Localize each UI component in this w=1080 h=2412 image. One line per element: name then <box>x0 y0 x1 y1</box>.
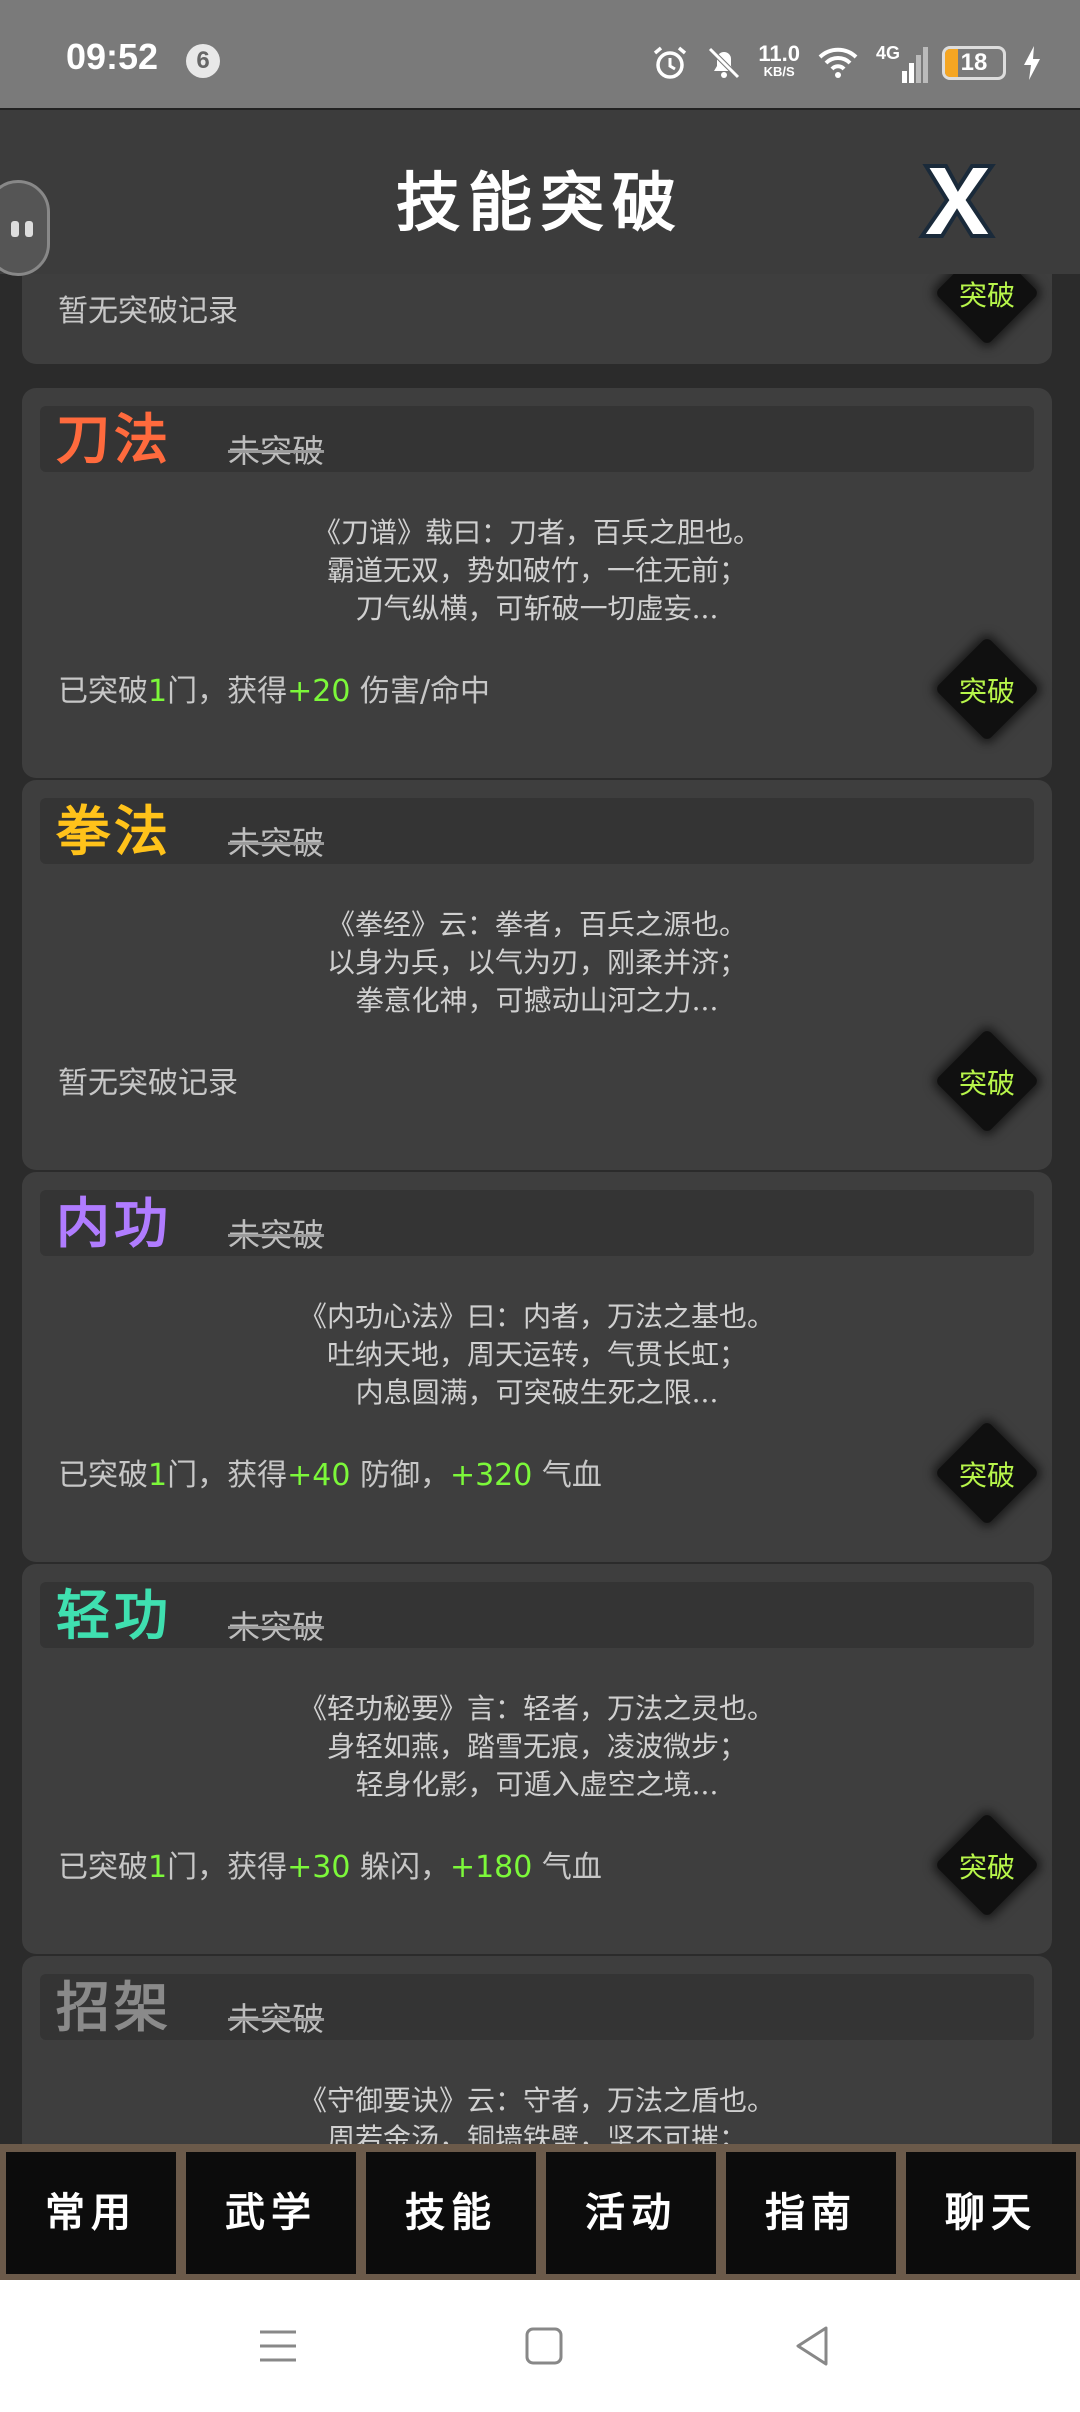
tab-guide[interactable]: 指南 <box>726 2152 896 2274</box>
result-text: 躲闪， <box>350 1850 450 1885</box>
tab-activities[interactable]: 活动 <box>546 2152 716 2274</box>
break-record-text: 暂无突破记录 <box>58 294 238 329</box>
floating-assistant-button[interactable] <box>0 180 50 276</box>
alarm-icon <box>654 46 687 79</box>
quote-line: 《拳经》云：拳者，百兵之源也。 <box>326 908 747 941</box>
result-text: 伤害/命中 <box>350 674 491 709</box>
tab-martial[interactable]: 武学 <box>186 2152 356 2274</box>
wifi-icon <box>818 47 858 78</box>
bottom-tab-bar: 常用 武学 技能 活动 指南 聊天 <box>0 2144 1080 2280</box>
break-button[interactable]: 突破 <box>932 1026 1042 1136</box>
break-status: 未突破 <box>228 824 325 862</box>
skill-quote: 《拳经》云：拳者，百兵之源也。 以身为兵，以气为刃，刚柔并济； 拳意化神，可撼动山河… <box>22 906 1052 1020</box>
quote-line: 《守御要诀》云：守者，万法之盾也。 <box>298 2084 775 2117</box>
result-text: 气血 <box>532 1458 602 1493</box>
system-nav-bar <box>0 2280 1080 2412</box>
break-status: 未突破 <box>228 1608 325 1646</box>
break-status: 未突破 <box>228 432 325 470</box>
break-record-text: 已突破1门，获得+20 伤害/命中 <box>58 666 490 710</box>
quote-line: 《内功心法》曰：内者，万法之基也。 <box>298 1300 775 1333</box>
bell-off-icon <box>708 47 741 79</box>
close-icon[interactable] <box>912 156 1002 246</box>
break-status: 未突破 <box>228 2000 325 2038</box>
break-record-text: 已突破1门，获得+40 防御，+320 气血 <box>58 1450 602 1494</box>
page: 09:52 6 11.0 KB/S 4G 18 技能突破 暂无突破记录 突破 刀… <box>0 0 1080 2412</box>
header: 技能突破 <box>0 108 1080 274</box>
network-speed: 11.0 KB/S <box>758 41 800 80</box>
result-text: 门，获得 <box>167 1458 288 1493</box>
tab-common[interactable]: 常用 <box>6 2152 176 2274</box>
skill-card-header: 招架 未突破 <box>40 1974 1034 2040</box>
skill-quote: 《轻功秘要》言：轻者，万法之灵也。 身轻如燕，踏雪无痕，凌波微步； 轻身化影，可遁入… <box>22 1690 1052 1804</box>
home-icon[interactable] <box>518 2320 570 2372</box>
break-record-text: 已突破1门，获得+30 躲闪，+180 气血 <box>58 1842 602 1886</box>
skill-name: 招架 <box>56 1975 172 2039</box>
skill-card-dao: 刀法 未突破 《刀谱》载曰：刀者，百兵之胆也。 霸道无双，势如破竹，一往无前； 刀气… <box>22 388 1052 778</box>
bonus-value: 1 <box>148 1458 168 1493</box>
tab-chat[interactable]: 聊天 <box>906 2152 1076 2274</box>
status-time: 09:52 <box>66 36 159 77</box>
quote-line: 周若金汤，铜墙铁壁，坚不可摧； <box>326 2122 747 2144</box>
skill-name: 拳法 <box>56 799 172 863</box>
bonus-value: 1 <box>148 674 168 709</box>
result-text: 已突破 <box>58 1458 148 1493</box>
quote-line: 轻身化影，可遁入虚空之境... <box>355 1768 719 1801</box>
skill-card-quan: 拳法 未突破 《拳经》云：拳者，百兵之源也。 以身为兵，以气为刃，刚柔并济； 拳意化… <box>22 780 1052 1170</box>
break-status: 未突破 <box>228 1216 325 1254</box>
menu-icon[interactable] <box>252 2320 304 2372</box>
break-record-text: 暂无突破记录 <box>58 1058 238 1102</box>
skill-list[interactable]: 暂无突破记录 突破 刀法 未突破 《刀谱》载曰：刀者，百兵之胆也。 霸道无双，势如… <box>0 274 1080 2144</box>
status-icons: 11.0 KB/S 4G 18 <box>650 38 1044 88</box>
quote-line: 以身为兵，以气为刃，刚柔并济； <box>326 946 747 979</box>
result-text: 气血 <box>532 1850 602 1885</box>
skill-card-header: 拳法 未突破 <box>40 798 1034 864</box>
status-bar: 09:52 6 11.0 KB/S 4G 18 <box>0 0 1080 108</box>
skill-card-neigong: 内功 未突破 《内功心法》曰：内者，万法之基也。 吐纳天地，周天运转，气贯长虹； 内… <box>22 1172 1052 1562</box>
skill-card-qinggong: 轻功 未突破 《轻功秘要》言：轻者，万法之灵也。 身轻如燕，踏雪无痕，凌波微步； 轻… <box>22 1564 1052 1954</box>
charging-icon <box>1024 46 1040 80</box>
quote-line: 《轻功秘要》言：轻者，万法之灵也。 <box>298 1692 775 1725</box>
result-text: 门，获得 <box>167 1850 288 1885</box>
result-text: 已突破 <box>58 1850 148 1885</box>
bonus-value: +30 <box>287 1850 351 1885</box>
bonus-value: +20 <box>287 674 351 709</box>
quote-line: 吐纳天地，周天运转，气贯长虹； <box>326 1338 747 1371</box>
notification-count-badge: 6 <box>186 44 220 78</box>
quote-line: 霸道无双，势如破竹，一往无前； <box>326 554 747 587</box>
tab-skills[interactable]: 技能 <box>366 2152 536 2274</box>
quote-line: 刀气纵横，可斩破一切虚妄... <box>355 592 719 625</box>
bonus-value: +180 <box>449 1850 533 1885</box>
result-text: 暂无突破记录 <box>58 1066 238 1101</box>
break-button[interactable]: 突破 <box>932 1810 1042 1920</box>
battery-icon: 18 <box>942 46 1006 80</box>
bonus-value: +320 <box>449 1458 533 1493</box>
break-button[interactable]: 突破 <box>932 1418 1042 1528</box>
bonus-value: 1 <box>148 1850 168 1885</box>
break-button[interactable]: 突破 <box>932 634 1042 744</box>
skill-name: 内功 <box>56 1191 172 1255</box>
skill-card-header: 刀法 未突破 <box>40 406 1034 472</box>
quote-line: 内息圆满，可突破生死之限... <box>355 1376 719 1409</box>
result-text: 已突破 <box>58 674 148 709</box>
quote-line: 身轻如燕，踏雪无痕，凌波微步； <box>326 1730 747 1763</box>
skill-quote: 《内功心法》曰：内者，万法之基也。 吐纳天地，周天运转，气贯长虹； 内息圆满，可突破… <box>22 1298 1052 1412</box>
skill-name: 刀法 <box>56 407 172 471</box>
signal-icon: 4G <box>876 43 928 83</box>
quote-line: 拳意化神，可撼动山河之力... <box>355 984 719 1017</box>
quote-line: 《刀谱》载曰：刀者，百兵之胆也。 <box>312 516 761 549</box>
bonus-value: +40 <box>287 1458 351 1493</box>
skill-name: 轻功 <box>56 1583 172 1647</box>
skill-quote: 《刀谱》载曰：刀者，百兵之胆也。 霸道无双，势如破竹，一往无前； 刀气纵横，可斩破一… <box>22 514 1052 628</box>
skill-card-zhaojia: 招架 未突破 《守御要诀》云：守者，万法之盾也。周若金汤，铜墙铁壁，坚不可摧； <box>22 1956 1052 2144</box>
skill-card-header: 内功 未突破 <box>40 1190 1034 1256</box>
back-icon[interactable] <box>786 2320 838 2372</box>
break-button[interactable]: 突破 <box>932 274 1042 348</box>
result-text: 门，获得 <box>167 674 288 709</box>
result-text: 防御， <box>350 1458 450 1493</box>
skill-quote: 《守御要诀》云：守者，万法之盾也。周若金汤，铜墙铁壁，坚不可摧； <box>22 2082 1052 2144</box>
skill-card-header: 轻功 未突破 <box>40 1582 1034 1648</box>
skill-card-partial: 暂无突破记录 突破 <box>22 274 1052 364</box>
